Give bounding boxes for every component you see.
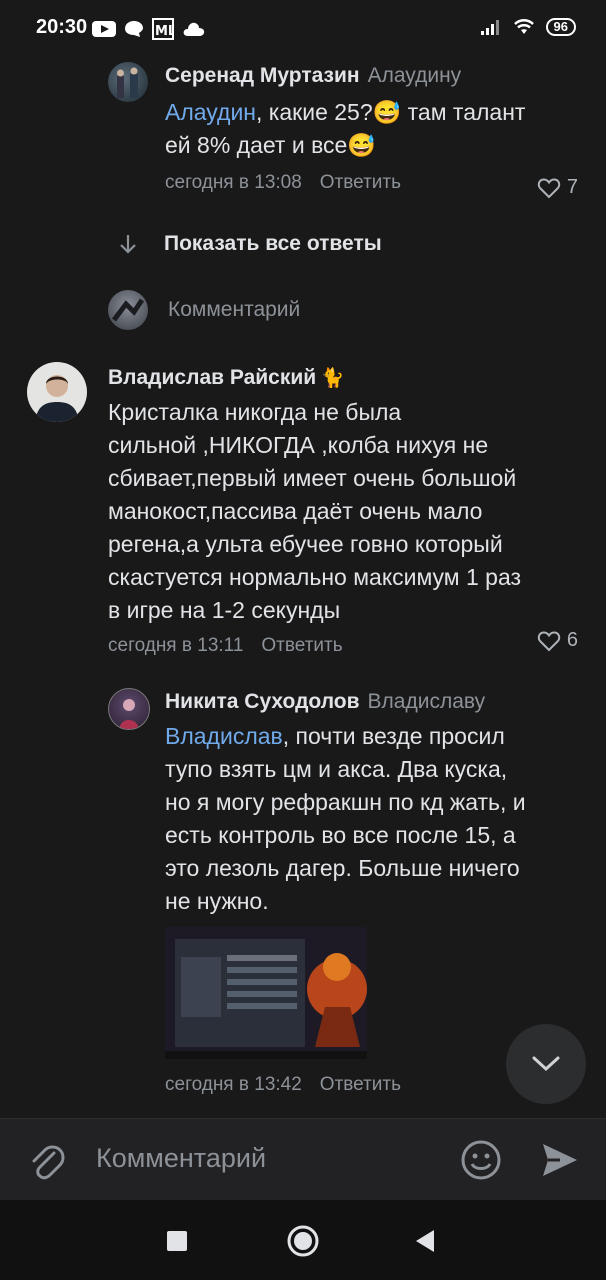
send-icon[interactable] (540, 1141, 580, 1179)
game-screenshot-image (165, 927, 367, 1059)
cat-emoji-icon: 🐈 (320, 368, 345, 389)
comment-composer: Комментарий (0, 1118, 606, 1201)
cloud-icon (183, 22, 205, 36)
mention-link[interactable]: Алаудин (165, 99, 256, 125)
avatar[interactable] (108, 688, 150, 730)
reply-to-name[interactable]: Владиславу (368, 690, 486, 713)
like-button[interactable]: 7 (537, 176, 578, 199)
inline-comment-input[interactable]: Комментарий (108, 290, 300, 330)
comment-author[interactable]: Владислав Райский (108, 366, 316, 389)
system-icons: 96 (480, 18, 576, 36)
reply-to-name[interactable]: Алаудину (368, 64, 462, 87)
paperclip-icon[interactable] (26, 1139, 66, 1183)
comment-text: Алаудин, какие 25?😅 там талант ей 8% дае… (165, 99, 526, 158)
smile-icon[interactable] (460, 1139, 502, 1181)
comment-timestamp: сегодня в 13:08 (165, 172, 302, 193)
heart-icon (537, 630, 561, 651)
reply-button[interactable]: Ответить (320, 1074, 401, 1095)
avatar-image (119, 699, 139, 729)
recents-icon[interactable] (166, 1230, 188, 1252)
sweat-smile-emoji-icon: 😅 (372, 99, 402, 125)
back-icon[interactable] (414, 1228, 436, 1254)
status-time: 20:30 (36, 16, 88, 38)
message-icon (125, 21, 143, 37)
navigation-bar (0, 1200, 606, 1280)
attached-image[interactable] (165, 927, 367, 1059)
svg-text:ML: ML (155, 24, 174, 39)
arrow-down-icon (120, 235, 136, 254)
youtube-icon (92, 21, 116, 37)
reply-button[interactable]: Ответить (320, 172, 401, 193)
comment-input[interactable]: Комментарий (96, 1143, 266, 1174)
comment-text: Кристалка никогда не была сильной ,НИКОГ… (108, 399, 522, 623)
like-button[interactable]: 6 (537, 629, 578, 652)
scroll-down-button[interactable] (506, 1024, 586, 1104)
like-count: 6 (566, 629, 578, 651)
show-all-replies-button[interactable]: Показать все ответы (118, 232, 382, 256)
sweat-smile-emoji-icon: 😅 (347, 132, 376, 158)
mention-link[interactable]: Владислав (165, 723, 283, 749)
reply-button[interactable]: Ответить (261, 635, 342, 656)
comment-author[interactable]: Серенад Муртазин (165, 64, 360, 87)
comment-reply: Никита Суходолов Владиславу Владислав, по… (165, 690, 575, 918)
home-icon[interactable] (286, 1224, 320, 1258)
battery-indicator: 96 (545, 18, 576, 36)
comment: Владислав Райский 🐈 Кристалка никогда не… (108, 366, 578, 657)
like-count: 7 (566, 176, 578, 198)
wifi-icon (513, 19, 534, 34)
comment-timestamp: сегодня в 13:42 (165, 1074, 302, 1095)
ml-app-icon: ML (152, 18, 174, 40)
comment-timestamp: сегодня в 13:11 (108, 635, 244, 656)
comment-meta: сегодня в 13:42 Ответить (165, 1074, 401, 1096)
signal-icon (480, 20, 499, 35)
comment-text: Владислав, почти везде просил тупо взять… (165, 723, 526, 914)
status-bar: 20:30 ML 96 (0, 0, 606, 58)
avatar[interactable] (108, 62, 148, 102)
comment-author[interactable]: Никита Суходолов (165, 690, 360, 713)
chevron-down-icon (532, 1056, 560, 1072)
notification-icons: ML (92, 18, 206, 40)
comment-reply: Серенад Муртазин Алаудину Алаудин, какие … (165, 64, 575, 194)
avatar (108, 290, 148, 330)
avatar-image (35, 375, 79, 422)
avatar-image (117, 67, 138, 98)
avatar[interactable] (27, 362, 87, 422)
heart-icon (537, 177, 561, 198)
